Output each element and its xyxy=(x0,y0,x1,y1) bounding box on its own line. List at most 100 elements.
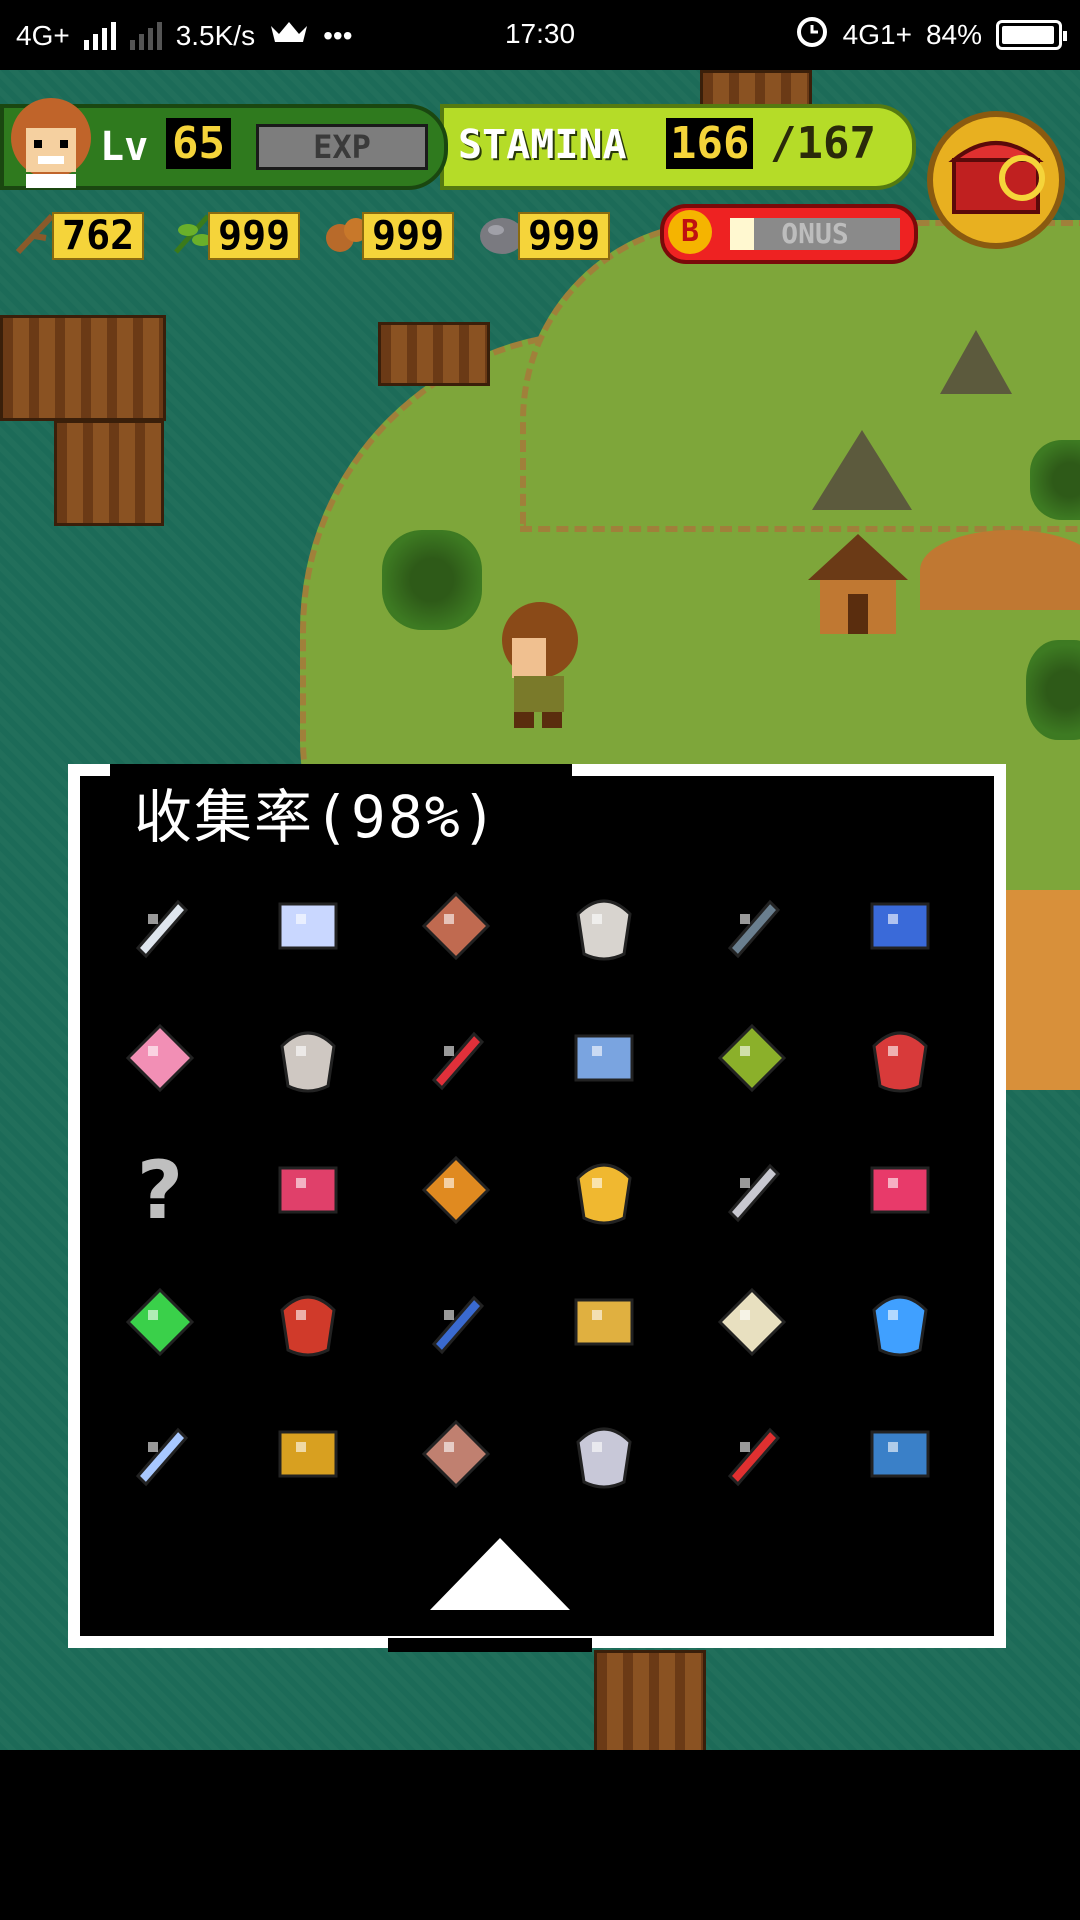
clock: 17:30 xyxy=(504,18,576,49)
collection-item-piano[interactable] xyxy=(258,1140,358,1240)
collection-item-coin[interactable] xyxy=(554,1140,654,1240)
phone-shape xyxy=(135,899,189,959)
collection-item-crystal[interactable] xyxy=(110,1404,210,1504)
treasure-chest-button[interactable] xyxy=(926,108,1066,258)
camera-icon xyxy=(576,899,632,961)
collection-item-gold-ring[interactable] xyxy=(554,1272,654,1372)
collection-item-ring-silver[interactable] xyxy=(702,1140,802,1240)
bush-right-2 xyxy=(1026,640,1080,740)
log-pile xyxy=(0,315,166,421)
silver-key-shape xyxy=(576,1427,632,1489)
house xyxy=(808,534,908,634)
level-bar: Lv 65 EXP xyxy=(0,98,448,190)
handbag-shape xyxy=(280,1295,336,1357)
scroll-up-arrow-icon[interactable] xyxy=(430,1538,570,1610)
collection-item-umbrella[interactable] xyxy=(702,1008,802,1108)
highlight xyxy=(888,1178,898,1188)
collection-item-chair[interactable] xyxy=(554,1008,654,1108)
log-pile-2 xyxy=(54,420,164,526)
highlight xyxy=(444,1178,454,1188)
stamina-label: STAMINA xyxy=(458,122,627,168)
emerald-icon xyxy=(125,1287,195,1357)
collection-item-ring-orange[interactable] xyxy=(406,1140,506,1240)
chair-icon xyxy=(574,1034,634,1082)
collection-item-lightsaber[interactable] xyxy=(850,1272,950,1372)
collection-item-gold-book[interactable] xyxy=(258,1404,358,1504)
bush-right xyxy=(1030,440,1080,520)
collection-item-dynamite[interactable] xyxy=(702,1404,802,1504)
collection-item-ghost-plush[interactable] xyxy=(258,1008,358,1108)
emerald-shape xyxy=(125,1287,195,1357)
bonus-gauge[interactable]: B ONUS xyxy=(660,204,918,264)
highlight xyxy=(592,1178,602,1188)
resource-value: 762 xyxy=(52,212,145,260)
collection-item-frying-pan[interactable] xyxy=(702,876,802,976)
collection-item-silver-key[interactable] xyxy=(554,1404,654,1504)
ghost-plush-shape xyxy=(280,1031,336,1093)
wooden-bench xyxy=(378,322,490,386)
highlight xyxy=(148,1046,158,1056)
bonus-bar: ONUS xyxy=(730,218,900,250)
ring-orange-icon xyxy=(421,1155,491,1225)
collection-item-bicycle[interactable] xyxy=(406,1008,506,1108)
collection-item-camera[interactable] xyxy=(554,876,654,976)
phone-icon xyxy=(135,899,189,959)
ring-silver-icon xyxy=(727,1163,781,1223)
question-mark: ? xyxy=(137,1148,183,1232)
log-bridge-bottom xyxy=(594,1650,706,1750)
collection-item-card[interactable] xyxy=(406,1272,506,1372)
piano-icon xyxy=(278,1166,338,1214)
collection-item-unknown[interactable]: ? xyxy=(110,1140,210,1240)
exp-bar: EXP xyxy=(256,124,428,170)
bicycle-icon xyxy=(431,1031,485,1091)
ring-orange-shape xyxy=(421,1155,491,1225)
vacuum-shape xyxy=(421,891,491,961)
collection-item-handbag[interactable] xyxy=(258,1272,358,1372)
navigation-bar xyxy=(0,1750,1080,1920)
collection-item-vacuum[interactable] xyxy=(406,876,506,976)
collection-item-phone[interactable] xyxy=(110,876,210,976)
vacuum-icon xyxy=(421,891,491,961)
collection-item-copper-key[interactable] xyxy=(406,1404,506,1504)
collection-item-alarm-clock[interactable] xyxy=(850,876,950,976)
highlight xyxy=(740,1310,750,1320)
frying-pan-shape xyxy=(727,899,781,959)
collection-item-magnifier[interactable] xyxy=(258,876,358,976)
level-label: Lv xyxy=(100,124,149,170)
dynamite-shape xyxy=(727,1427,781,1487)
ring-silver-shape xyxy=(727,1163,781,1223)
collection-item-shirt[interactable] xyxy=(702,1272,802,1372)
highlight xyxy=(148,1442,158,1452)
rock-small xyxy=(940,330,1012,394)
collection-item-blue-book[interactable] xyxy=(850,1404,950,1504)
frying-pan-icon xyxy=(727,899,781,959)
bicycle-shape xyxy=(431,1031,485,1091)
blue-book-icon xyxy=(870,1430,930,1478)
highlight xyxy=(740,1046,750,1056)
dialog-bottom-gap xyxy=(388,1638,592,1652)
avatar xyxy=(11,98,91,188)
collection-item-emerald[interactable] xyxy=(110,1272,210,1372)
gold-ring-shape xyxy=(574,1298,634,1346)
alarm-clock-shape xyxy=(870,902,930,950)
highlight xyxy=(592,1442,602,1452)
camera-shape xyxy=(576,899,632,961)
highlight xyxy=(740,1178,750,1188)
silver-key-icon xyxy=(576,1427,632,1489)
highlight xyxy=(296,1310,306,1320)
umbrella-icon xyxy=(717,1023,787,1093)
battery-percent: 84% xyxy=(925,18,982,50)
highlight xyxy=(888,914,898,924)
bonus-letter: B xyxy=(668,210,712,254)
lightsaber-icon xyxy=(872,1295,928,1357)
stamina-bar: STAMINA 166 /167 xyxy=(440,104,916,190)
collection-item-guitar[interactable] xyxy=(850,1008,950,1108)
guitar-shape xyxy=(872,1031,928,1093)
copper-key-icon xyxy=(421,1419,491,1489)
network-type-right: 4G1+ xyxy=(842,18,912,50)
piano-shape xyxy=(278,1166,338,1214)
collection-item-underwear[interactable] xyxy=(110,1008,210,1108)
collection-item-ruby[interactable] xyxy=(850,1140,950,1240)
dirt-mounds xyxy=(920,530,1080,610)
guitar-icon xyxy=(872,1031,928,1093)
